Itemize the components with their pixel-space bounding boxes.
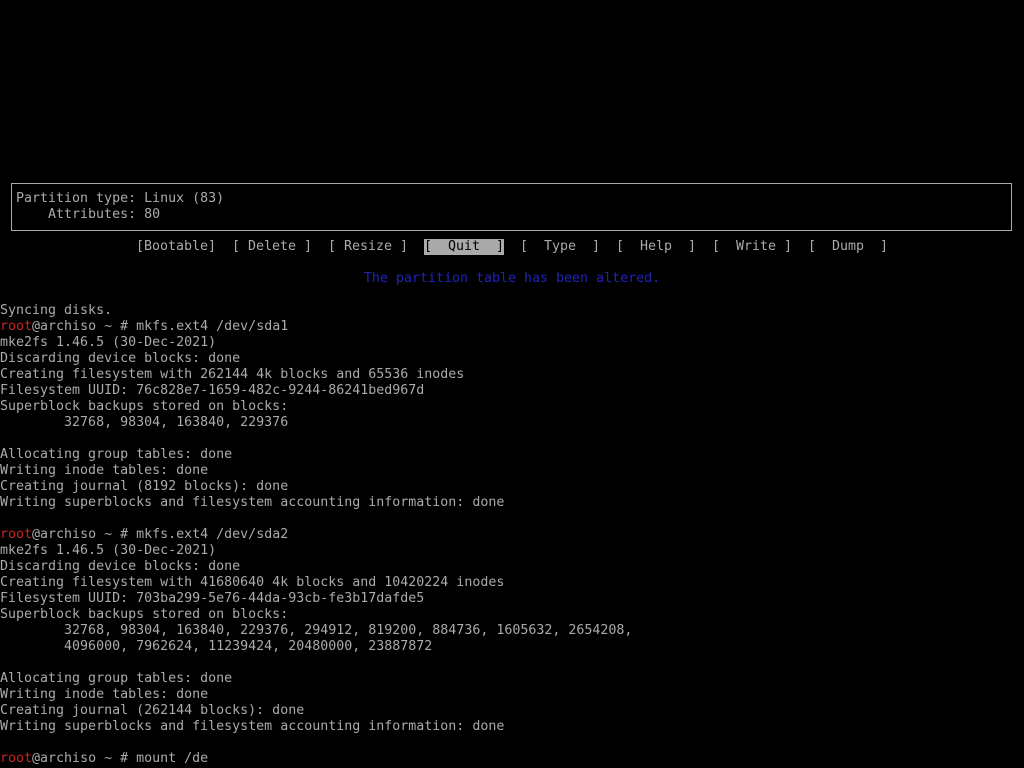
output-line: Creating filesystem with 262144 4k block…: [0, 367, 465, 382]
output-line: Syncing disks.: [0, 303, 113, 318]
prompt-user: root: [0, 751, 33, 766]
output-line: Creating filesystem with 41680640 4k blo…: [0, 575, 505, 590]
prompt-user: root: [0, 319, 33, 334]
output-line: Superblock backups stored on blocks:: [0, 607, 289, 622]
dump-button[interactable]: [ Dump ]: [808, 239, 888, 255]
output-line: Discarding device blocks: done: [0, 559, 241, 574]
prompt-line: root@archiso ~ # mount /de: [0, 751, 208, 767]
terminal-screen[interactable]: Partition type: Linux (83) Attributes: 8…: [0, 0, 1024, 768]
prompt-line: root@archiso ~ # mkfs.ext4 /dev/sda2: [0, 527, 288, 543]
write-button[interactable]: [ Write ]: [712, 239, 792, 255]
bootable-button[interactable]: [Bootable]: [136, 239, 216, 255]
output-line: mke2fs 1.46.5 (30-Dec-2021): [0, 335, 217, 350]
output-line: Creating journal (262144 blocks): done: [0, 703, 305, 718]
output-line: Filesystem UUID: 703ba299-5e76-44da-93cb…: [0, 591, 425, 606]
output-line: 32768, 98304, 163840, 229376, 294912, 81…: [0, 623, 633, 638]
prompt-host: @archiso ~ #: [32, 527, 137, 542]
type-button[interactable]: [ Type ]: [520, 239, 600, 255]
output-line: Discarding device blocks: done: [0, 351, 241, 366]
partition-info-box: Partition type: Linux (83) Attributes: 8…: [11, 183, 1012, 231]
output-line: mke2fs 1.46.5 (30-Dec-2021): [0, 543, 217, 558]
output-line: Superblock backups stored on blocks:: [0, 399, 289, 414]
output-line: Writing superblocks and filesystem accou…: [0, 495, 505, 510]
partition-type-line: Partition type: Linux (83): [16, 191, 225, 206]
output-line: Allocating group tables: done: [0, 671, 233, 686]
output-line: Filesystem UUID: 76c828e7-1659-482c-9244…: [0, 383, 425, 398]
command-text: mkfs.ext4 /dev/sda2: [136, 527, 289, 542]
quit-button[interactable]: [ Quit ]: [424, 239, 505, 255]
prompt-host: @archiso ~ #: [32, 751, 137, 766]
prompt-line: root@archiso ~ # mkfs.ext4 /dev/sda1: [0, 319, 288, 335]
output-line: Writing inode tables: done: [0, 463, 209, 478]
command-text: mkfs.ext4 /dev/sda1: [136, 319, 289, 334]
output-line: 32768, 98304, 163840, 229376: [0, 415, 289, 430]
output-line: Writing inode tables: done: [0, 687, 209, 702]
partition-attributes-line: Attributes: 80: [16, 207, 161, 222]
output-line: Allocating group tables: done: [0, 447, 233, 462]
resize-button[interactable]: [ Resize ]: [328, 239, 408, 255]
prompt-user: root: [0, 527, 33, 542]
prompt-host: @archiso ~ #: [32, 319, 137, 334]
output-line: 4096000, 7962624, 11239424, 20480000, 23…: [0, 639, 433, 654]
help-button[interactable]: [ Help ]: [616, 239, 696, 255]
output-line: Writing superblocks and filesystem accou…: [0, 719, 505, 734]
cfdisk-menu: [Bootable] [ Delete ] [ Resize ] [ Quit …: [0, 239, 1024, 255]
delete-button[interactable]: [ Delete ]: [232, 239, 312, 255]
output-line: Creating journal (8192 blocks): done: [0, 479, 289, 494]
status-message: The partition table has been altered.: [363, 271, 661, 286]
command-text: mount /de: [136, 751, 209, 766]
